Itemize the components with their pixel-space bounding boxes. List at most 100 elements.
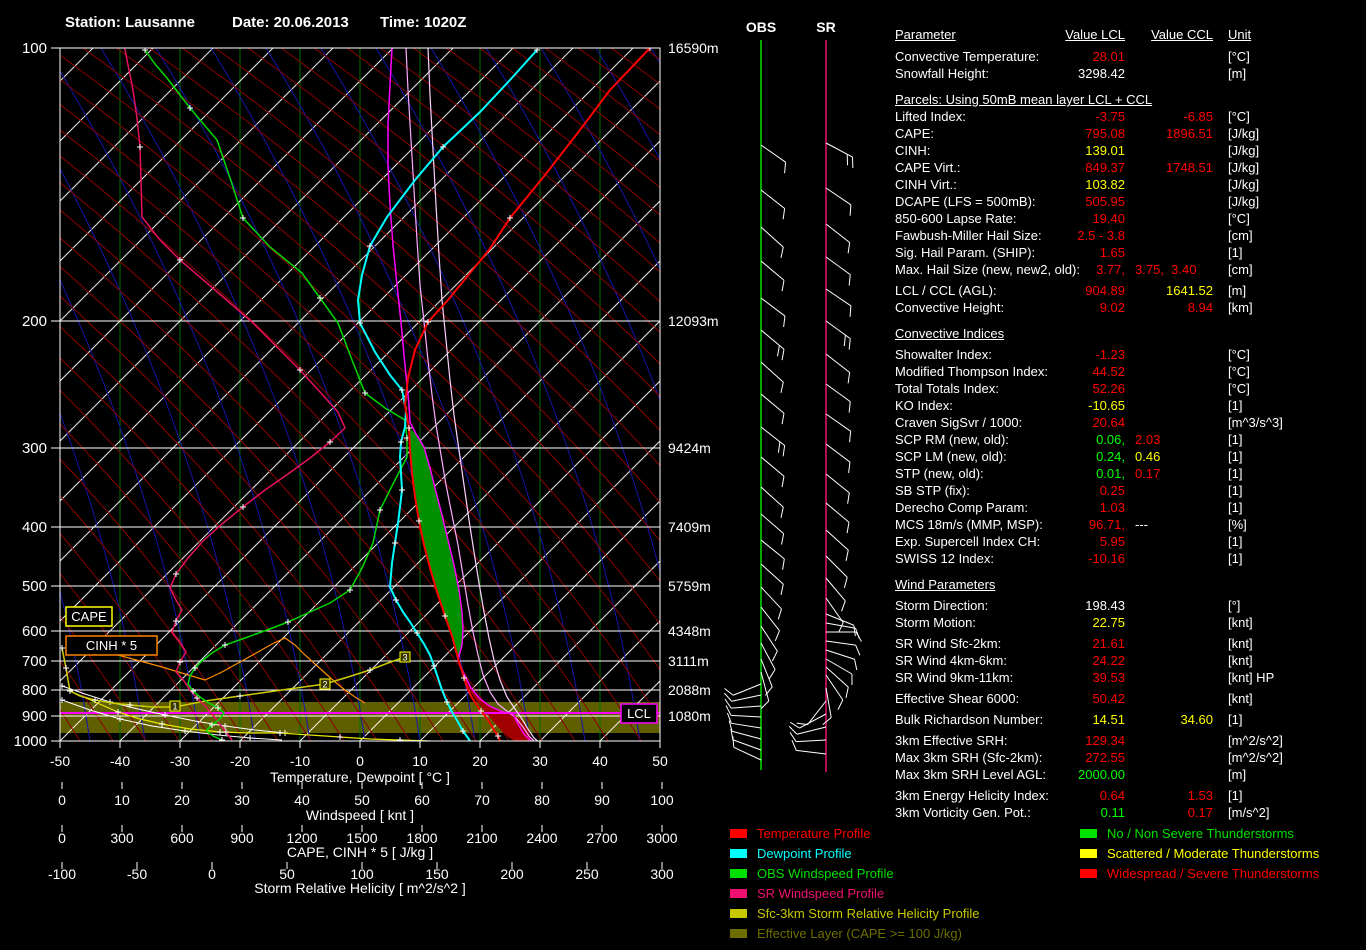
unit-label: [°C] <box>1228 347 1250 362</box>
table-row: Storm Motion: 22.75 [knt] <box>895 614 1360 631</box>
table-row: 3km Energy Helicity Index: 0.64 1.53 [1] <box>895 787 1360 804</box>
value: 0.64 <box>1099 788 1125 803</box>
parameter-label: CINH Virt.: <box>895 177 957 192</box>
srh-km-marker: 1 <box>169 700 181 712</box>
value-ccl <box>1125 65 1213 82</box>
profile-legend-item: SR Windspeed Profile <box>730 883 980 903</box>
value-lcl: 272.55 <box>1060 749 1125 766</box>
value-lcl: 0.64 <box>1060 787 1125 804</box>
value-ccl <box>1125 397 1213 414</box>
value-lcl: 2.5 - 3.8 <box>1060 227 1125 244</box>
table-row: SR Wind Sfc-2km: 21.61 [knt] <box>895 635 1360 652</box>
svg-text:CINH * 5: CINH * 5 <box>86 638 137 653</box>
column-header: Parameter <box>895 27 956 42</box>
svg-text:CAPE, CINH * 5 [ J/kg ]: CAPE, CINH * 5 [ J/kg ] <box>287 844 433 860</box>
svg-text:-100: -100 <box>48 866 76 882</box>
value-ccl: 34.60 <box>1125 711 1213 728</box>
table-row: Total Totals Index: 52.26 [°C] <box>895 380 1360 397</box>
parameter-label: CINH: <box>895 143 931 158</box>
table-row: Exp. Supercell Index CH: 5.95 [1] <box>895 533 1360 550</box>
value: 8.94 <box>1187 300 1213 315</box>
legend-swatch-icon <box>730 828 747 838</box>
value: 3298.42 <box>1078 66 1125 81</box>
value: 0.17 <box>1187 805 1213 820</box>
unit-label: [knt] <box>1228 653 1253 668</box>
parameter-label: Bulk Richardson Number: <box>895 712 1044 727</box>
svg-text:100: 100 <box>650 792 674 808</box>
svg-text:3: 3 <box>402 653 407 663</box>
table-row: Modified Thompson Index: 44.52 [°C] <box>895 363 1360 380</box>
section-header: Convective Indices <box>895 326 1005 341</box>
table-row: Convective Height: 9.02 8.94 [km] <box>895 299 1360 316</box>
value-ccl: 1.53 <box>1125 787 1213 804</box>
value: 21.61 <box>1092 636 1125 651</box>
parameter-label: Max 3km SRH (Sfc-2km): <box>895 750 1043 765</box>
unit-label: [m] <box>1228 66 1247 81</box>
unit-label: [m] <box>1228 767 1247 782</box>
svg-text:OBS: OBS <box>746 19 776 35</box>
legend-label: Temperature Profile <box>757 825 871 841</box>
svg-text:5759m: 5759m <box>668 578 711 594</box>
svg-text:-30: -30 <box>170 753 190 769</box>
table-row: 3km Vorticity Gen. Pot.: 0.11 0.17 [m/s^2] <box>895 804 1360 821</box>
svg-text:400: 400 <box>22 519 47 536</box>
svg-text:70: 70 <box>474 792 490 808</box>
table-row: Lifted Index: -3.75 -6.85 [°C] <box>895 108 1360 125</box>
parameter-label: Max 3km SRH Level AGL: <box>895 767 1046 782</box>
value-lcl: 19.40 <box>1060 210 1125 227</box>
parameter-label: SWISS 12 Index: <box>895 551 994 566</box>
value-ccl <box>1125 669 1213 686</box>
unit-label: [°C] <box>1228 49 1250 64</box>
value: 96.71, <box>1088 517 1125 532</box>
value: 20.64 <box>1092 415 1125 430</box>
parameter-label: KO Index: <box>895 398 953 413</box>
unit-label: [J/kg] <box>1228 194 1260 209</box>
svg-text:12093m: 12093m <box>668 313 719 329</box>
value-lcl: 44.52 <box>1060 363 1125 380</box>
unit-label: [1] <box>1228 534 1243 549</box>
table-row: MCS 18m/s (MMP, MSP): 96.71, --- [%] <box>895 516 1360 533</box>
value-ccl <box>1125 210 1213 227</box>
profile-legend-item: Temperature Profile <box>730 823 980 843</box>
value: 139.01 <box>1085 143 1125 158</box>
parameter-label: DCAPE (LFS = 500mB): <box>895 194 1036 209</box>
srh-km-marker: 3 <box>399 651 411 663</box>
value-lcl: 39.53 <box>1060 669 1125 686</box>
legend-label: Scattered / Moderate Thunderstorms <box>1107 845 1320 861</box>
value-lcl: 96.71, <box>1060 516 1125 533</box>
svg-text:250: 250 <box>575 866 599 882</box>
unit-label: [1] <box>1228 483 1243 498</box>
sounding-analysis-window: Station: Lausanne Date: 20.06.2013 Time:… <box>0 0 1366 950</box>
table-row: STP (new, old): 0.01, 0.17 [1] <box>895 465 1360 482</box>
value-ccl: 0.46 <box>1125 448 1213 465</box>
value-lcl: 904.89 <box>1060 282 1125 299</box>
parameter-label: SR Wind 4km-6km: <box>895 653 1007 668</box>
svg-text:SR: SR <box>816 19 835 35</box>
svg-text:900: 900 <box>230 830 254 846</box>
svg-text:4348m: 4348m <box>668 623 711 639</box>
parameter-label: Convective Height: <box>895 300 1005 315</box>
legend-swatch-icon <box>730 888 747 898</box>
value-ccl <box>1125 635 1213 652</box>
parameter-label: SCP LM (new, old): <box>895 449 1007 464</box>
value-ccl <box>1125 380 1213 397</box>
unit-label: [1] <box>1228 398 1243 413</box>
profile-legend-item: Sfc-3km Storm Relative Helicity Profile <box>730 903 980 923</box>
unit-label: [°C] <box>1228 211 1250 226</box>
table-row: Snowfall Height: 3298.42 [m] <box>895 65 1360 82</box>
legend-label: SR Windspeed Profile <box>757 885 885 901</box>
value: 2.03 <box>1135 432 1161 447</box>
x-axis-3: -100 -50 0 50 100 150 200 250 300Storm Relative … <box>48 862 674 896</box>
parameter-label: Total Totals Index: <box>895 381 999 396</box>
value-lcl: 505.95 <box>1060 193 1125 210</box>
value-lcl: 139.01 <box>1060 142 1125 159</box>
unit-label: [m^2/s^2] <box>1228 733 1283 748</box>
value: -10.65 <box>1088 398 1125 413</box>
value-ccl <box>1125 499 1213 516</box>
unit-label: [1] <box>1228 432 1243 447</box>
svg-text:600: 600 <box>22 623 47 640</box>
unit-label: [J/kg] <box>1228 160 1260 175</box>
table-row: Bulk Richardson Number: 14.51 34.60 [1] <box>895 711 1360 728</box>
value-lcl: 1.03 <box>1060 499 1125 516</box>
value-ccl <box>1125 533 1213 550</box>
